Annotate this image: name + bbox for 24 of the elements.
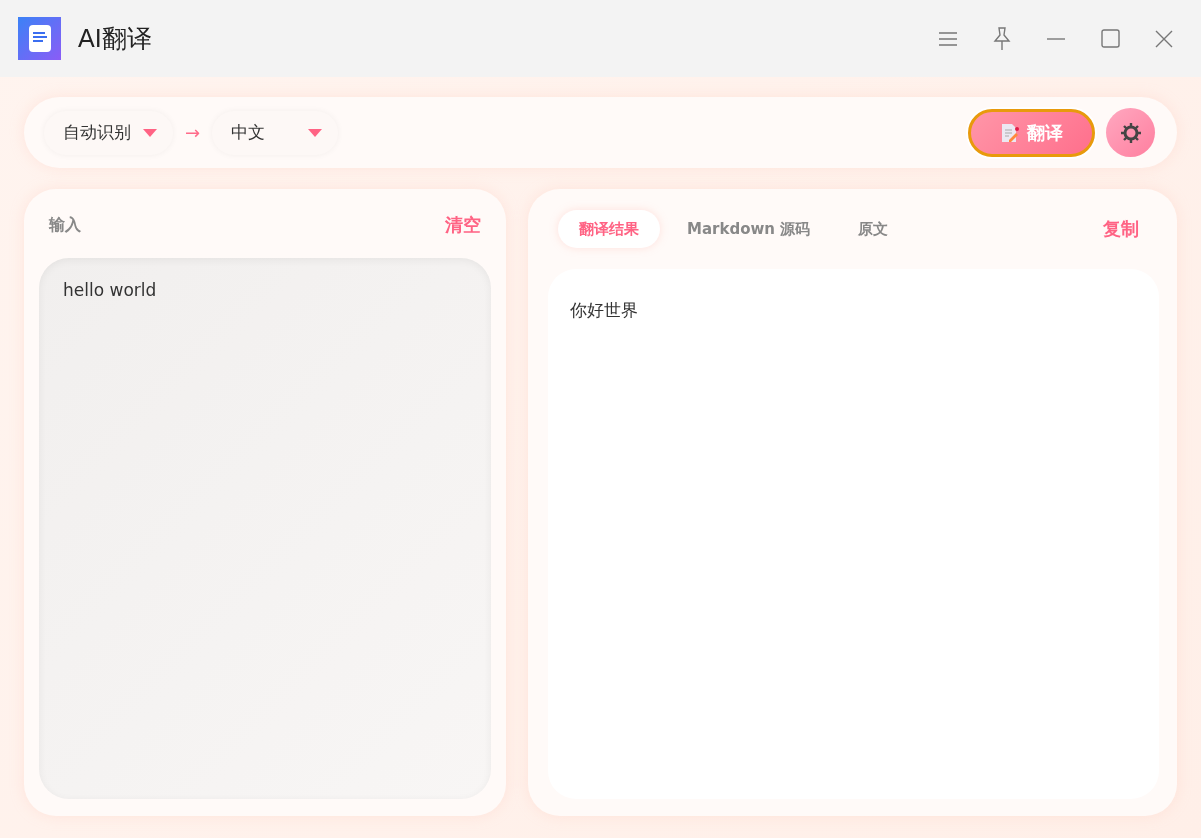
pin-icon bbox=[993, 26, 1011, 51]
translation-output: 你好世界 bbox=[548, 269, 1159, 799]
result-tab[interactable]: 翻译结果 bbox=[558, 210, 660, 248]
copy-button[interactable]: 复制 bbox=[1103, 217, 1139, 241]
target-language-dropdown[interactable]: 中文 bbox=[212, 110, 339, 155]
maximize-icon bbox=[1100, 29, 1120, 48]
input-label: 输入 bbox=[49, 214, 81, 236]
translate-button[interactable]: 翻译 bbox=[968, 108, 1095, 157]
settings-button[interactable] bbox=[1106, 108, 1155, 157]
source-language-dropdown[interactable]: 自动识别 bbox=[44, 110, 173, 155]
caret-icon bbox=[308, 128, 323, 137]
window-title: AI翻译 bbox=[78, 23, 153, 54]
minimize-icon bbox=[1047, 37, 1065, 40]
result-tab[interactable]: 原文 bbox=[837, 210, 910, 248]
document-pencil-icon bbox=[1000, 122, 1019, 143]
menu-icon bbox=[938, 30, 958, 47]
input-field[interactable]: hello world bbox=[39, 258, 491, 799]
settings-icon bbox=[1120, 122, 1141, 143]
clear-button[interactable]: 清空 bbox=[445, 213, 481, 237]
app-logo-icon bbox=[18, 17, 61, 60]
caret-icon bbox=[143, 128, 157, 137]
arrow-text: → bbox=[185, 122, 201, 143]
close-icon bbox=[1155, 29, 1173, 48]
result-tab[interactable]: Markdown 源码 bbox=[666, 210, 832, 248]
